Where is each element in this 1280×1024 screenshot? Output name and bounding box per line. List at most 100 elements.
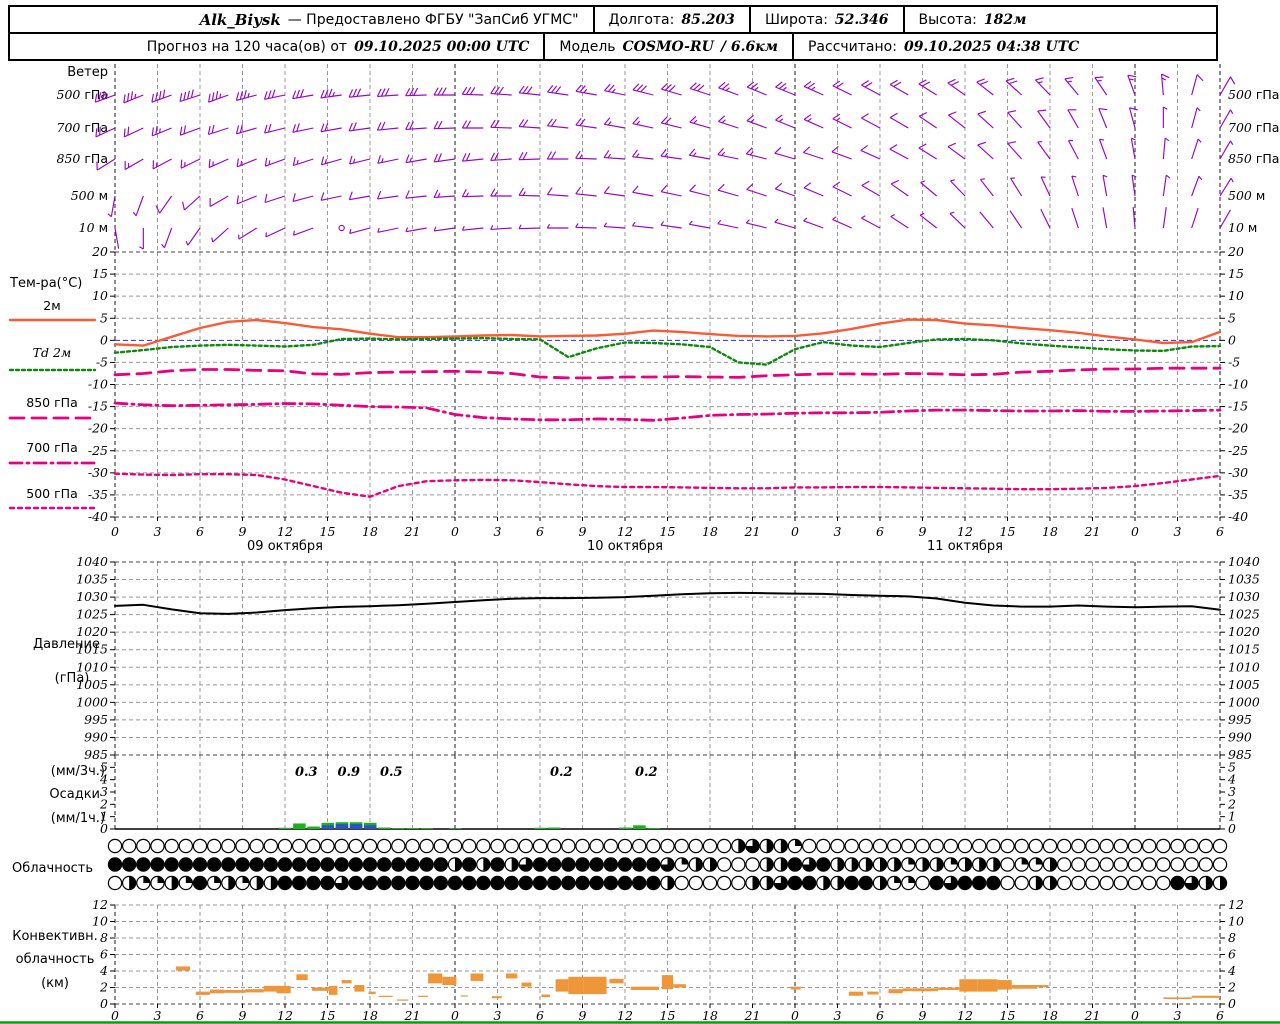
cloud-cover-fill bbox=[264, 858, 278, 871]
wind-barb-feather bbox=[405, 87, 411, 97]
wind-barb-shaft bbox=[832, 85, 852, 96]
date-label: 09 октября bbox=[247, 539, 323, 554]
hour-tick-label: 0 bbox=[1131, 524, 1139, 539]
wind-barb-half-feather bbox=[1197, 138, 1202, 143]
cloud-cover-symbol bbox=[660, 838, 675, 854]
wind-barb-feather bbox=[802, 146, 811, 153]
cloud-cover-fill bbox=[1035, 857, 1043, 865]
cloud-cover-symbol bbox=[192, 838, 208, 854]
pressure-panel: 985 985990 990995 9951000 10001005 10051010 10… bbox=[33, 554, 1260, 762]
cloud-cover-fill bbox=[207, 858, 221, 871]
temp-tick-left: -20 bbox=[88, 421, 108, 436]
wind-barb-feather bbox=[518, 85, 525, 94]
wind-barb-feather bbox=[861, 80, 869, 86]
wind-barb-shaft bbox=[977, 144, 994, 160]
rain-bar bbox=[392, 828, 405, 829]
cloud-cover-symbol bbox=[1156, 838, 1171, 854]
wind-barb-shaft bbox=[208, 127, 229, 136]
init-time: 09.10.2025 00:00 UTC bbox=[354, 38, 530, 55]
wind-barb-feather bbox=[550, 119, 557, 127]
wind-barb-shaft bbox=[519, 92, 541, 96]
wind-barb-feather bbox=[660, 149, 667, 157]
wind-barb-feather bbox=[377, 190, 382, 200]
wind-barb-half-feather bbox=[811, 86, 816, 91]
wind-barb-feather bbox=[356, 88, 362, 97]
wind-barb-shaft bbox=[832, 118, 852, 129]
wind-barb-half-feather bbox=[107, 213, 112, 218]
wind-barb-feather bbox=[461, 188, 467, 198]
cloud-cover-symbol bbox=[490, 838, 505, 854]
wind-barb-feather bbox=[433, 120, 439, 130]
pressure-title: Давление bbox=[33, 637, 100, 652]
wind-barb-half-feather bbox=[1230, 109, 1234, 114]
cloud-cover-symbol bbox=[348, 838, 364, 854]
altitude-value: 182м bbox=[983, 11, 1027, 28]
wind-barb-shaft bbox=[746, 188, 767, 197]
wind-barb-feather bbox=[123, 128, 126, 137]
cloud-cover-fill bbox=[108, 858, 122, 871]
date-label: 11 октября bbox=[927, 539, 1003, 554]
wind-barb-feather bbox=[376, 122, 382, 131]
cloud-cover-symbol bbox=[1212, 857, 1228, 872]
rain-bar bbox=[449, 828, 462, 829]
wind-barb-feather bbox=[348, 122, 353, 132]
wind-barb-shaft bbox=[632, 123, 654, 129]
wind-barb-shaft bbox=[151, 94, 172, 103]
hour-tick-label-bottom: 18 bbox=[702, 1008, 718, 1023]
wind-barb-feather bbox=[461, 153, 467, 162]
cloud-cover-fill bbox=[292, 858, 306, 871]
cloud-cover-fill bbox=[604, 858, 618, 871]
wind-barb-feather bbox=[208, 93, 211, 103]
wind-barb-shaft bbox=[209, 195, 229, 207]
cloud-cover-fill bbox=[250, 858, 263, 871]
wind-barb-half-feather bbox=[832, 216, 837, 220]
convective-cloud-box bbox=[1037, 985, 1049, 988]
wind-barb-shaft bbox=[152, 158, 172, 170]
convective-cloud-box bbox=[224, 989, 246, 993]
wind-barb-feather bbox=[976, 78, 985, 83]
cloud-cover-symbol bbox=[1085, 838, 1100, 854]
wind-barb-feather bbox=[861, 113, 869, 119]
cloud-cover-symbol bbox=[561, 838, 576, 854]
cloud-cover-fill bbox=[681, 857, 689, 865]
rain-bar bbox=[619, 827, 632, 829]
cloud-cover-symbol bbox=[150, 838, 165, 854]
pressure-tick-right: 995 bbox=[1228, 712, 1252, 727]
temp-tick-left: -25 bbox=[88, 443, 108, 458]
wind-barb-feather bbox=[123, 94, 126, 103]
wind-barb-shaft bbox=[135, 195, 144, 216]
wind-barb-shaft bbox=[803, 151, 824, 160]
cloud-cover-symbol bbox=[631, 838, 647, 854]
cloud-cover-symbol bbox=[731, 875, 746, 891]
rain-bar bbox=[406, 828, 419, 829]
wind-barb-feather bbox=[151, 93, 154, 103]
wind-barb-feather bbox=[603, 186, 610, 194]
wind-barb-feather bbox=[631, 149, 638, 158]
rain-bar bbox=[647, 828, 660, 829]
hour-tick-label-bottom: 15 bbox=[660, 1008, 676, 1023]
wind-barb-shaft bbox=[434, 227, 456, 232]
wind-barb-shaft bbox=[163, 227, 173, 248]
convective-cloud-box bbox=[867, 991, 879, 995]
pressure-tick-right: 1020 bbox=[1228, 624, 1260, 639]
wind-barb-half-feather bbox=[660, 221, 665, 226]
wind-barb-feather bbox=[555, 86, 562, 94]
cloud-cover-fill bbox=[780, 839, 788, 853]
wind-barb-shaft bbox=[1009, 210, 1023, 229]
hour-tick-label-bottom: 21 bbox=[404, 1008, 421, 1023]
cloud-cover-symbol bbox=[886, 838, 902, 854]
cloud-cover-fill bbox=[987, 876, 1000, 890]
hour-tick-label: 18 bbox=[362, 524, 378, 539]
pressure-tick-left: 1035 bbox=[76, 572, 108, 587]
wind-barb-half-feather bbox=[774, 218, 779, 223]
convective-tick-right: 10 bbox=[1228, 914, 1244, 929]
temp-tick-right: -15 bbox=[1228, 399, 1248, 414]
wind-barb-half-feather bbox=[159, 128, 161, 133]
rain-bar bbox=[534, 827, 547, 829]
wind-barb-feather bbox=[889, 112, 898, 118]
wind-barb-feather bbox=[948, 111, 957, 116]
precip-amount-label: 0.2 bbox=[635, 765, 658, 780]
wind-barb-feather bbox=[461, 86, 468, 95]
convective-cloud-box bbox=[997, 980, 1012, 990]
cloud-cover-fill bbox=[817, 858, 830, 871]
